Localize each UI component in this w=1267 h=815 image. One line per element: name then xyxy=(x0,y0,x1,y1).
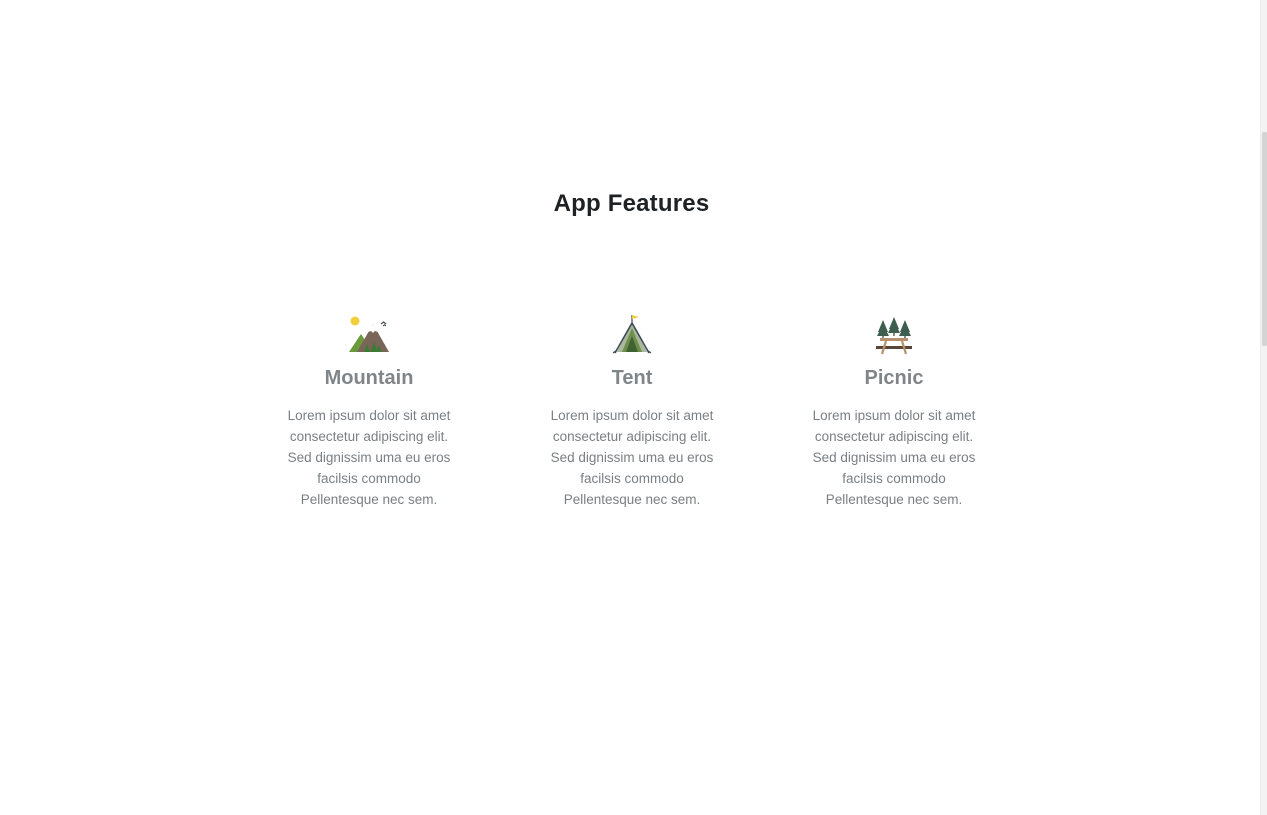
feature-picnic: Picnic Lorem ipsum dolor sit amet consec… xyxy=(794,312,994,510)
feature-description: Lorem ipsum dolor sit amet consectetur a… xyxy=(287,408,451,507)
picnic-icon xyxy=(876,317,912,355)
section-title: App Features xyxy=(553,190,710,217)
scrollbar-thumb[interactable] xyxy=(1262,132,1267,346)
mountain-icon xyxy=(349,316,389,352)
feature-mountain: Mountain Lorem ipsum dolor sit amet cons… xyxy=(269,312,469,510)
page: App Features Mountain Lorem ipsum dolor … xyxy=(0,0,1267,815)
feature-title: Picnic xyxy=(864,367,924,389)
tent-icon xyxy=(612,315,652,354)
feature-tent: Tent Lorem ipsum dolor sit amet consecte… xyxy=(532,312,732,510)
scrollbar-track[interactable] xyxy=(1260,0,1267,815)
feature-description: Lorem ipsum dolor sit amet consectetur a… xyxy=(812,408,976,507)
feature-description: Lorem ipsum dolor sit amet consectetur a… xyxy=(550,408,714,507)
feature-title: Tent xyxy=(611,367,653,389)
feature-title: Mountain xyxy=(324,367,414,389)
